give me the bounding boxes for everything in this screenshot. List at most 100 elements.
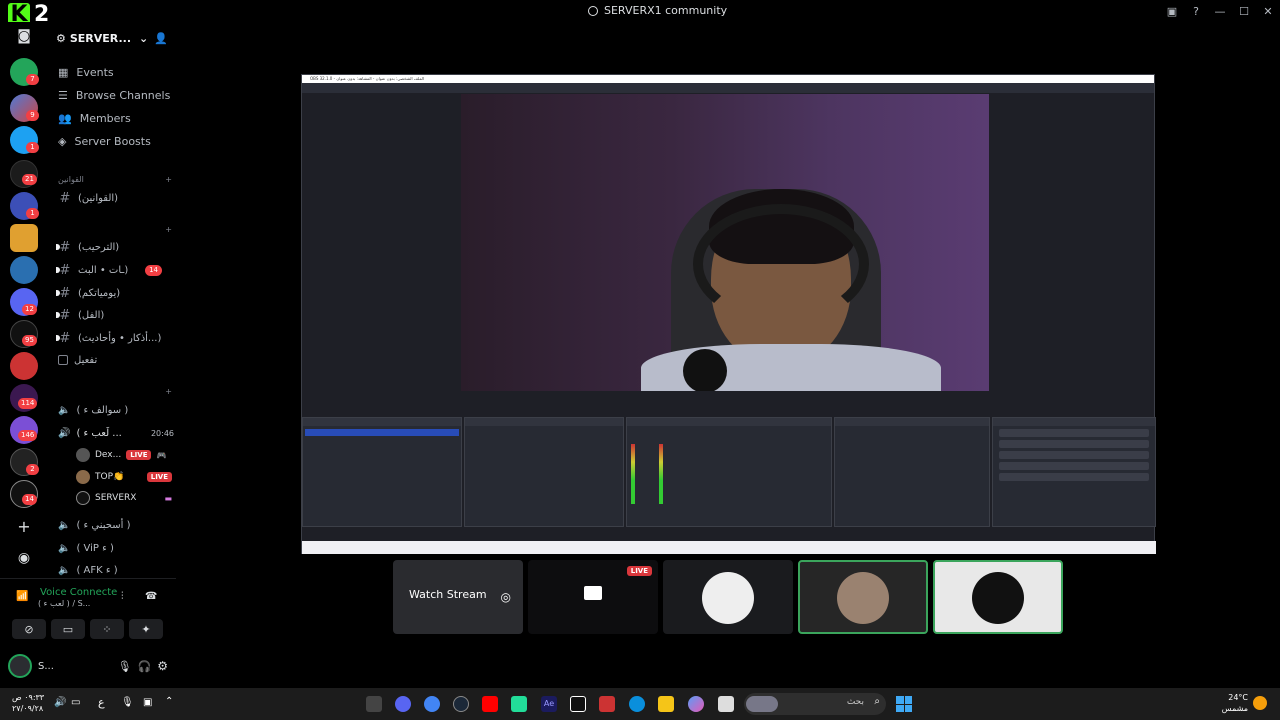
microphone-icon[interactable]: 🎙 [121, 697, 134, 708]
menu-events[interactable]: ▦ Events [58, 62, 174, 82]
weather-widget[interactable]: 24°C مشمس [1214, 692, 1248, 714]
microphone-icon[interactable]: 🎙 [118, 660, 132, 673]
plus-icon[interactable]: + [165, 387, 172, 396]
edge-taskbar-icon[interactable] [629, 696, 645, 712]
channel-adhkar[interactable]: # (أذكار • وأحاديث...) [56, 328, 174, 348]
server-icon-7[interactable] [10, 256, 38, 284]
voice-user[interactable]: TOP👏 LIVE [76, 468, 172, 486]
control-button[interactable] [999, 462, 1149, 470]
voice-channel-pull[interactable]: 🔈 ( أسحبني ﺀ ) [58, 515, 174, 535]
watch-stream-tile[interactable]: Watch Stream ◎ [393, 560, 523, 634]
controller-icon: 🎮 [156, 450, 167, 460]
discover-icon[interactable]: ◉ [10, 544, 38, 572]
control-button[interactable] [999, 451, 1149, 459]
activities-button[interactable]: ⁘ [90, 619, 124, 639]
chrome-taskbar-icon[interactable] [424, 696, 440, 712]
voice-channel-chat[interactable]: 🔈 ( سوالف ﺀ ) [58, 400, 174, 420]
control-button[interactable] [999, 440, 1149, 448]
user-panel[interactable]: S... 🎙 🎧 ⚙ [8, 651, 168, 681]
menu-server-boosts[interactable]: ◈ Server Boosts [58, 131, 174, 151]
menu-label: Server Boosts [74, 134, 151, 148]
plus-icon[interactable]: + [165, 175, 172, 184]
watch-stream-label[interactable]: Watch Stream [409, 588, 487, 601]
close-button[interactable]: ✕ [1256, 0, 1280, 22]
maximize-button[interactable]: ☐ [1232, 0, 1256, 22]
sources-dock[interactable] [464, 417, 624, 527]
tray-app-icon[interactable]: ▣ [143, 697, 152, 708]
channel-stream[interactable]: # ـات • البث) 14 [56, 260, 174, 280]
discord-taskbar-icon[interactable] [395, 696, 411, 712]
youtube-taskbar-icon[interactable] [482, 696, 498, 712]
control-button[interactable] [999, 473, 1149, 481]
language-indicator[interactable]: ع [98, 696, 105, 709]
after-effects-taskbar-icon[interactable]: Ae [541, 696, 557, 712]
add-user-icon[interactable]: 👤 [154, 32, 168, 45]
chevron-down-icon: ⌄ [139, 31, 149, 45]
dock-header [627, 418, 831, 426]
headphones-icon[interactable]: 🎧 [138, 660, 152, 673]
volume-icon[interactable]: 🔊 [54, 697, 66, 708]
file-explorer-taskbar-icon[interactable] [658, 696, 674, 712]
taskbar-search[interactable]: بحث ⌕ [744, 693, 886, 715]
channel-rules[interactable]: # (القوانين) [58, 188, 174, 208]
dock-header [993, 418, 1155, 426]
mention-badge: 14 [145, 264, 162, 276]
waveform-icon[interactable]: ⫶ [121, 591, 124, 602]
participant-tile[interactable] [663, 560, 793, 634]
category-general[interactable]: + [58, 222, 172, 236]
server-icon-6[interactable] [10, 224, 38, 252]
channel-diaries[interactable]: # (يومياتكم) [56, 283, 174, 303]
server-badge: 146 [18, 430, 38, 441]
voice-user[interactable]: Dex... LIVE 🎮 [76, 446, 172, 464]
plus-icon[interactable]: + [165, 225, 172, 234]
discord-home-icon[interactable]: ◙ [10, 26, 38, 46]
audio-mixer-dock[interactable] [626, 417, 832, 527]
voice-channel-play[interactable]: 🔊 ( لَعب ﺀ ... 20:46 [58, 423, 174, 443]
voice-channel-path[interactable]: ( لعب ﺀ ) / S... [38, 599, 90, 608]
help-icon[interactable]: ? [1184, 0, 1208, 22]
start-button[interactable] [896, 696, 912, 712]
channel-welcome[interactable]: # (الترحيب) [56, 237, 174, 257]
transitions-dock[interactable] [834, 417, 990, 527]
control-button[interactable] [999, 429, 1149, 437]
voice-user[interactable]: SERVERX ▬ [76, 489, 172, 507]
clock[interactable]: ٠٩:٣٣ ص ٢٧/٠٩/٢٨ [12, 692, 44, 714]
voice-status[interactable]: Voice Connecte [40, 587, 117, 598]
participant-tile-speaking[interactable] [798, 560, 928, 634]
screen-share-button[interactable]: ▭ [51, 619, 85, 639]
minimize-button[interactable]: — [1208, 0, 1232, 22]
menu-label: Members [79, 111, 131, 125]
channel-fl[interactable]: # (الفل) [56, 305, 174, 325]
camera-off-button[interactable]: ⊘ [12, 619, 46, 639]
menu-members[interactable]: 👥 Members [58, 108, 174, 128]
obs-taskbar-icon[interactable] [366, 696, 382, 712]
add-server-icon[interactable]: + [10, 512, 38, 540]
eye-icon[interactable]: ◎ [501, 590, 511, 604]
category-rules[interactable]: القوانين + [58, 172, 172, 186]
obs-window[interactable]: OBS 32.1.0 - الملف الشخصي: بدون عنوان - … [301, 74, 1156, 554]
server-header[interactable]: ⚙ SERVER... ⌄ 👤 [48, 22, 176, 54]
server-icon-10[interactable] [10, 352, 38, 380]
category-voice[interactable]: + [58, 384, 172, 398]
app-taskbar-icon[interactable] [718, 696, 734, 712]
capcut-taskbar-icon[interactable] [570, 696, 586, 712]
steam-taskbar-icon[interactable] [453, 696, 469, 712]
app-taskbar-icon[interactable] [511, 696, 527, 712]
controls-dock[interactable] [992, 417, 1156, 527]
voice-channel-vip[interactable]: 🔈 ( ViP ﺀ ) [58, 538, 174, 558]
search-widget-image [746, 696, 778, 712]
scenes-dock[interactable] [302, 417, 462, 527]
disconnect-icon[interactable]: ☎ [145, 591, 157, 602]
wps-taskbar-icon[interactable] [599, 696, 615, 712]
copilot-taskbar-icon[interactable] [688, 696, 704, 712]
settings-icon[interactable]: ⚙ [157, 659, 168, 673]
channel-activate[interactable]: تفعيل [58, 350, 174, 370]
voice-channel-afk[interactable]: 🔈 ( AFK ﺀ ) [58, 560, 174, 580]
soundboard-button[interactable]: ✦ [129, 619, 163, 639]
inbox-icon[interactable]: ▣ [1160, 0, 1184, 22]
menu-browse-channels[interactable]: ☰ Browse Channels [58, 85, 174, 105]
participant-tile-speaking[interactable] [933, 560, 1063, 634]
live-stream-tile[interactable]: LIVE [528, 560, 658, 634]
network-icon[interactable]: ▭ [71, 697, 80, 708]
chevron-up-icon[interactable]: ⌃ [165, 696, 173, 707]
